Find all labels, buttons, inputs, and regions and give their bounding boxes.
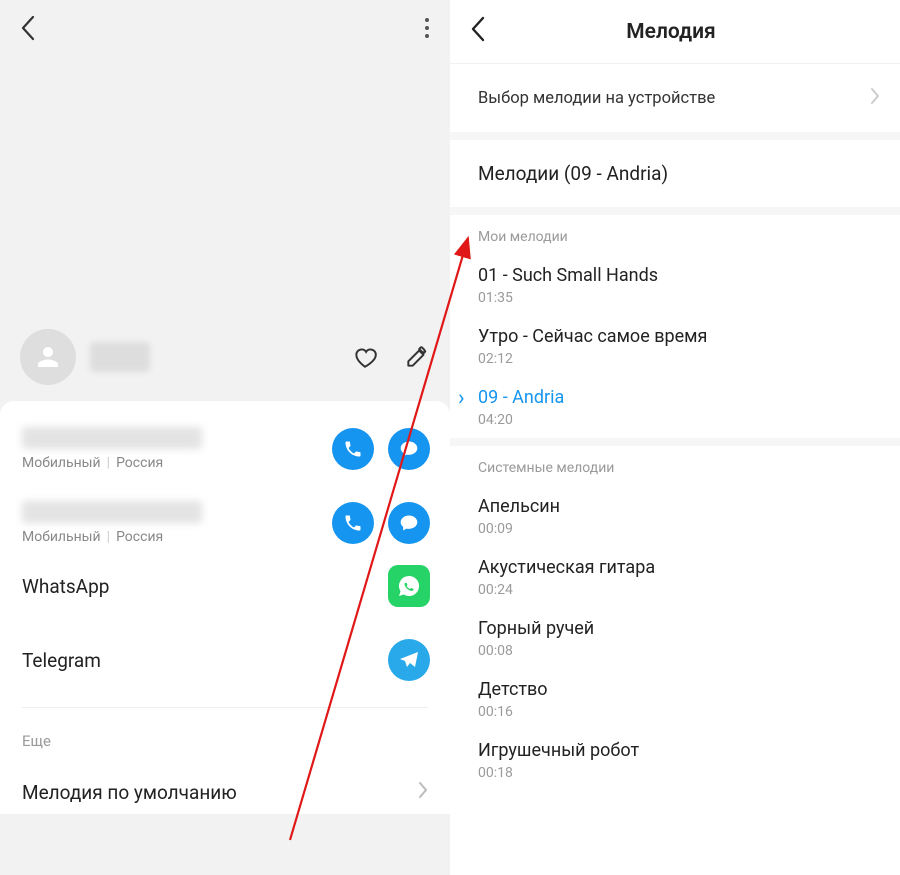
right-header: Мелодия [450,0,900,64]
phone-number-redacted [22,427,202,449]
ringtone-duration: 01:35 [478,290,880,306]
group-label-system: Системные мелодии [450,446,900,486]
contact-detail-pane: Мобильный|Россия Мобильный|Р [0,0,450,875]
phone-row[interactable]: Мобильный|Россия [0,493,450,549]
chevron-right-icon [870,86,880,110]
default-ringtone-row[interactable]: Мелодия по умолчанию [0,760,450,814]
call-button[interactable] [332,502,374,544]
ringtone-title: Апельсин [478,496,880,517]
app-row-whatsapp[interactable]: WhatsApp [0,549,450,623]
ringtone-title: 09 - Andria [478,387,880,408]
app-label: WhatsApp [22,575,388,598]
ringtone-duration: 02:12 [478,351,880,367]
ringtone-duration: 00:09 [478,521,880,537]
more-icon[interactable] [424,17,430,44]
message-button[interactable] [388,502,430,544]
avatar[interactable] [20,329,76,385]
current-ringtone-row[interactable]: Мелодии (09 - Andria) [450,140,900,215]
ringtone-title: Акустическая гитара [478,557,880,578]
contact-card: Мобильный|Россия Мобильный|Р [0,401,450,814]
ringtone-title: Игрушечный робот [478,740,880,761]
phone-row[interactable]: Мобильный|Россия [0,419,450,475]
back-icon[interactable] [20,15,36,46]
ringtone-row[interactable]: Акустическая гитара 00:24 [450,547,900,608]
contact-name-redacted [90,342,150,372]
ringtone-row[interactable]: Апельсин 00:09 [450,486,900,547]
call-button[interactable] [332,428,374,470]
ringtone-title: 01 - Such Small Hands [478,265,880,286]
app-row-telegram[interactable]: Telegram [0,623,450,697]
whatsapp-icon[interactable] [388,565,430,607]
phone-meta: Мобильный|Россия [22,529,332,545]
ringtone-picker-pane: Мелодия Выбор мелодии на устройстве Мело… [450,0,900,875]
chevron-right-icon [418,780,428,804]
ringtone-title: Утро - Сейчас самое время [478,326,880,347]
ringtone-duration: 00:24 [478,582,880,598]
ringtone-row[interactable]: Горный ручей 00:08 [450,608,900,669]
more-section-label: Еще [0,708,450,760]
device-picker-row[interactable]: Выбор мелодии на устройстве [450,64,900,140]
ringtone-duration: 00:16 [478,704,880,720]
right-title: Мелодия [486,20,856,44]
edit-icon[interactable] [404,344,430,370]
back-icon[interactable] [470,16,486,47]
ringtone-title: Детство [478,679,880,700]
contact-hero [0,60,450,395]
telegram-icon[interactable] [388,639,430,681]
ringtone-row[interactable]: Игрушечный робот 00:18 [450,730,900,791]
ringtone-duration: 00:08 [478,643,880,659]
ringtone-row[interactable]: 01 - Such Small Hands 01:35 [450,255,900,316]
app-label: Telegram [22,649,388,672]
ringtone-title: Горный ручей [478,618,880,639]
ringtone-row[interactable]: Детство 00:16 [450,669,900,730]
ringtone-duration: 04:20 [478,412,880,428]
ringtone-row[interactable]: 09 - Andria 04:20 [450,377,900,438]
group-label-my: Мои мелодии [450,215,900,255]
default-ringtone-label: Мелодия по умолчанию [22,781,418,804]
left-header [0,0,450,60]
message-button[interactable] [388,428,430,470]
favorite-icon[interactable] [352,344,378,370]
ringtone-duration: 00:18 [478,765,880,781]
phone-meta: Мобильный|Россия [22,455,332,471]
phone-number-redacted [22,501,202,523]
ringtone-row[interactable]: Утро - Сейчас самое время 02:12 [450,316,900,377]
picker-label: Выбор мелодии на устройстве [478,89,870,108]
